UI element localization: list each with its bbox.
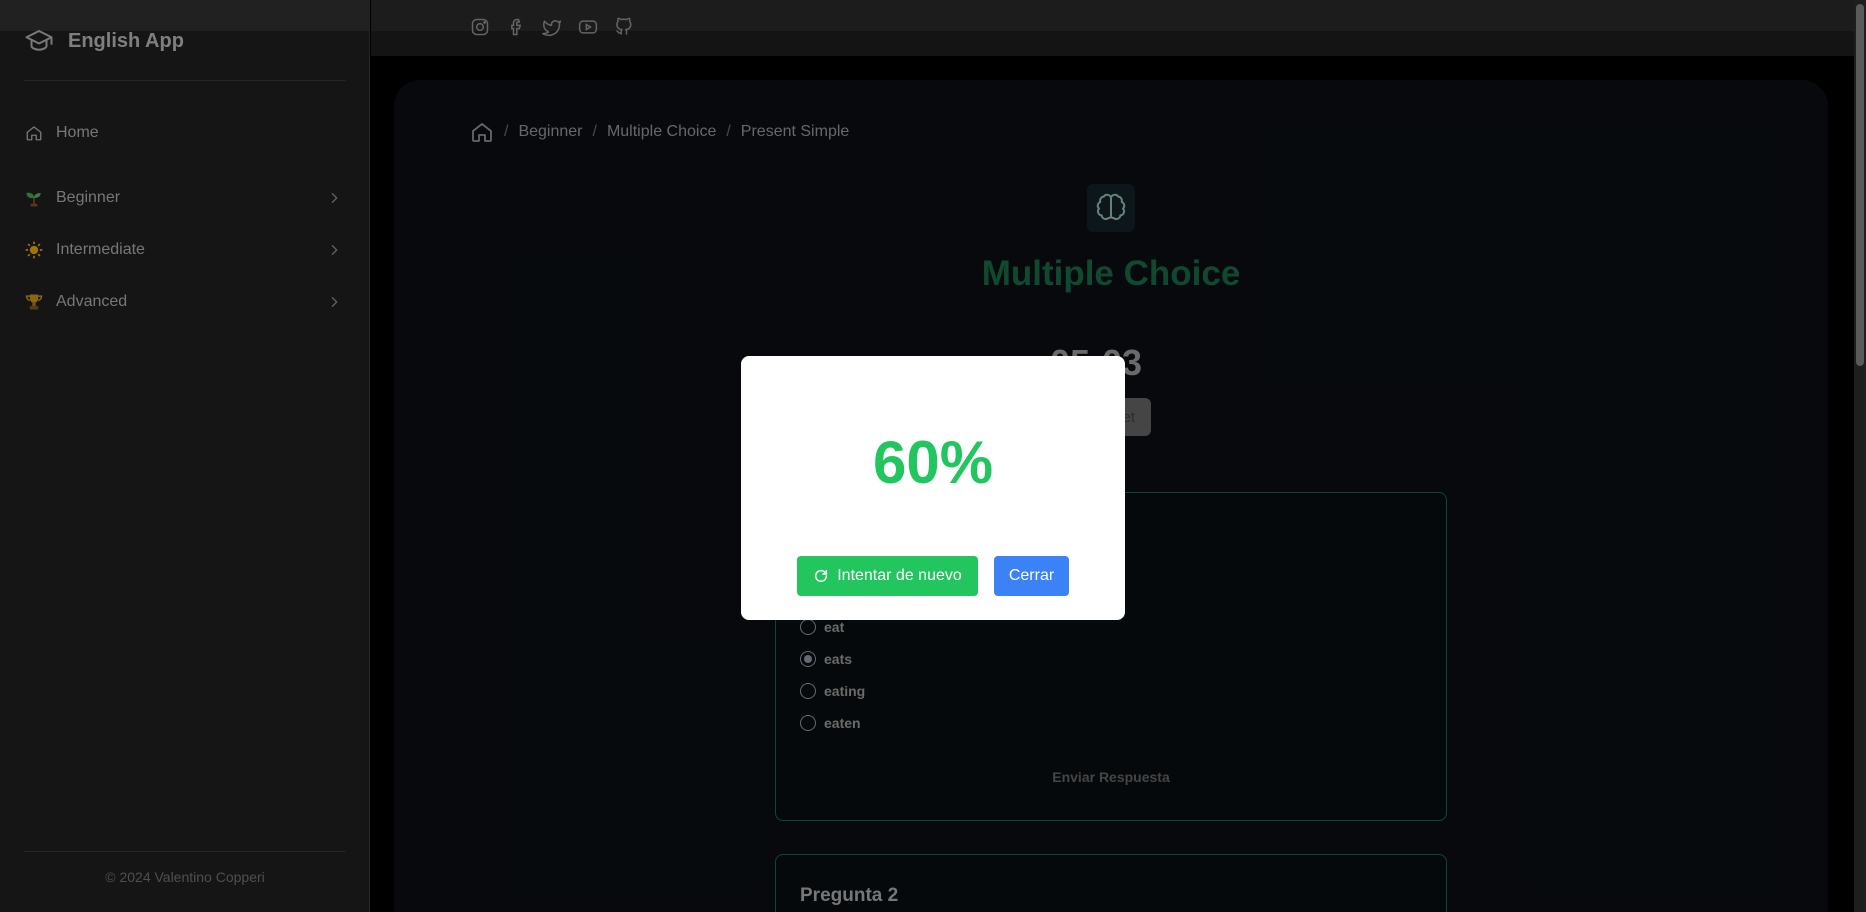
score-text: 60%	[872, 429, 994, 496]
refresh-icon	[815, 569, 828, 582]
scrollbar-thumb[interactable]	[1856, 4, 1864, 366]
retry-button[interactable]: Intentar de nuevo	[797, 556, 978, 596]
retry-label: Intentar de nuevo	[837, 567, 962, 584]
close-button[interactable]: Cerrar	[994, 556, 1069, 596]
result-modal: 60% Intentar de nuevo Cerrar	[741, 356, 1125, 620]
scrollbar[interactable]	[1854, 0, 1866, 912]
